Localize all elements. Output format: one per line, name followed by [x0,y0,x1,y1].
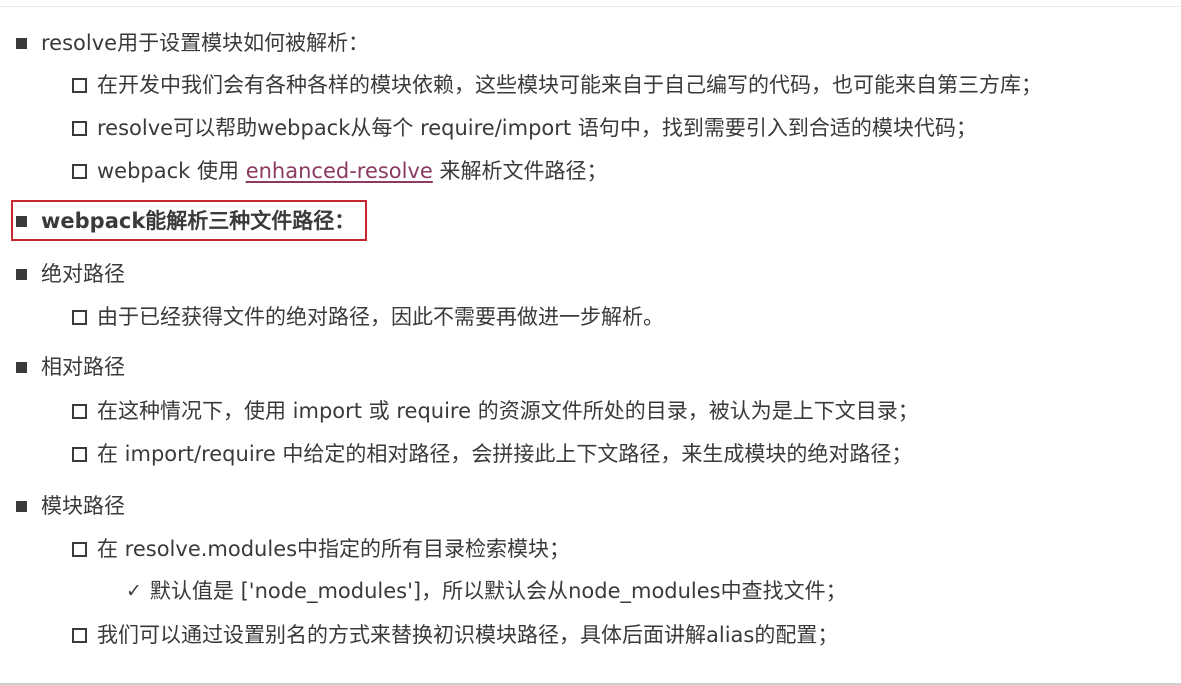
filled-square-icon [16,361,27,373]
bullet-module-desc-1: 在 resolve.modules中指定的所有目录检索模块； [72,535,570,563]
resolve-help-text: resolve可以帮助webpack从每个 require/import 语句中… [97,116,977,140]
hollow-square-icon [72,541,87,557]
bullet-relative-desc-1: 在这种情况下，使用 import 或 require 的资源文件所处的目录，被认… [72,397,919,425]
hollow-square-icon [72,120,87,136]
hollow-square-icon [72,446,87,462]
top-divider [0,6,1181,7]
filled-square-icon [16,215,27,227]
resolve-intro-text: resolve用于设置模块如何被解析： [41,31,370,55]
hollow-square-icon [72,163,87,179]
bullet-resolve-help: resolve可以帮助webpack从每个 require/import 语句中… [72,114,977,142]
absolute-desc-text: 由于已经获得文件的绝对路径，因此不需要再做进一步解析。 [97,305,664,329]
bullet-absolute-desc: 由于已经获得文件的绝对路径，因此不需要再做进一步解析。 [72,303,664,331]
enhanced-resolve-link[interactable]: enhanced-resolve [246,157,433,185]
hollow-square-icon [72,77,87,93]
bullet-enhanced-resolve: webpack 使用 enhanced-resolve 来解析文件路径； [72,157,608,185]
hollow-square-icon [72,627,87,643]
uses-prefix-text: webpack 使用 [97,159,246,183]
bullet-relative-path: 相对路径 [16,353,125,381]
module-default-text: 默认值是 ['node_modules']，所以默认会从node_modules… [149,579,847,603]
absolute-path-title: 绝对路径 [41,262,125,286]
bullet-relative-desc-2: 在 import/require 中给定的相对路径，会拼接此上下文路径，来生成模… [72,440,912,468]
hollow-square-icon [72,403,87,419]
bullet-module-path: 模块路径 [16,492,125,520]
relative-path-title: 相对路径 [41,355,125,379]
check-mark-icon: ✓ [126,580,142,602]
uses-suffix-text: 来解析文件路径； [432,159,608,183]
module-alias-text: 我们可以通过设置别名的方式来替换初识模块路径，具体后面讲解alias的配置； [97,623,839,647]
bullet-module-default: ✓ 默认值是 ['node_modules']，所以默认会从node_modul… [126,577,847,605]
filled-square-icon [16,268,27,280]
three-paths-heading: webpack能解析三种文件路径： [41,209,356,233]
module-desc-1-text: 在 resolve.modules中指定的所有目录检索模块； [97,537,571,561]
bullet-deps: 在开发中我们会有各种各样的模块依赖，这些模块可能来自于自己编写的代码，也可能来自… [72,71,1042,99]
bullet-three-paths: webpack能解析三种文件路径： [16,207,355,235]
hollow-square-icon [72,309,87,325]
relative-desc-2-text: 在 import/require 中给定的相对路径，会拼接此上下文路径，来生成模… [97,442,913,466]
module-path-title: 模块路径 [41,494,125,518]
bullet-absolute-path: 绝对路径 [16,260,125,288]
bullet-module-alias: 我们可以通过设置别名的方式来替换初识模块路径，具体后面讲解alias的配置； [72,621,838,649]
filled-square-icon [16,500,27,512]
filled-square-icon [16,37,27,49]
relative-desc-1-text: 在这种情况下，使用 import 或 require 的资源文件所处的目录，被认… [97,399,919,423]
bullet-resolve-intro: resolve用于设置模块如何被解析： [16,29,369,57]
deps-text: 在开发中我们会有各种各样的模块依赖，这些模块可能来自于自己编写的代码，也可能来自… [97,73,1042,97]
